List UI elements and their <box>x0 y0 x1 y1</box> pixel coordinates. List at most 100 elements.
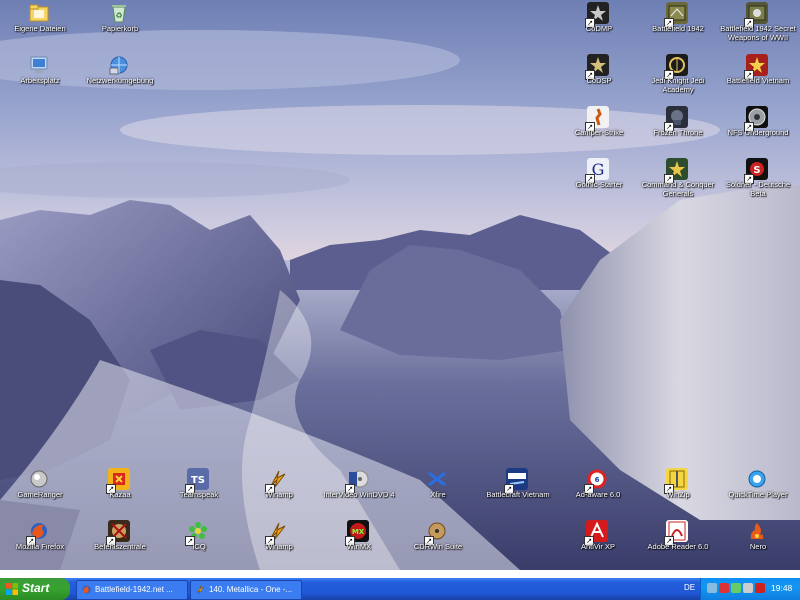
winamp-icon <box>195 584 206 595</box>
desktop-icon-label: Battlecraft Vietnam <box>486 490 550 499</box>
desktop-icon-codsp[interactable]: ↗ CoDSP <box>561 52 637 104</box>
desktop-icon-label: Netzwerkumgebung <box>86 76 154 85</box>
recycle-bin-icon: ♻ <box>108 2 130 24</box>
desktop-icon-adobe-reader[interactable]: ↗ Adobe Reader 6.0 <box>640 518 716 570</box>
windows-logo-icon <box>6 583 18 595</box>
desktop-icon-antivir[interactable]: ↗ AntiVir XP <box>560 518 636 570</box>
desktop-icon-windvd[interactable]: ↗ InterVideo WinDVD 4 <box>321 466 397 518</box>
desktop-icon-jedi-academy[interactable]: ↗ Jedi Knight Jedi Academy <box>640 52 716 104</box>
desktop-icon-camper-strike[interactable]: ↗ Camper-Strike <box>561 104 637 156</box>
desktop-icon-quicktime[interactable]: QuickTime Player <box>720 466 796 518</box>
desktop-icon-nero[interactable]: Nero <box>720 518 796 570</box>
desktop-icon-label: Winamp <box>265 542 293 551</box>
desktop-icon-winamp-2[interactable]: ↗ Winamp <box>241 518 317 570</box>
quicktime-icon <box>746 468 768 490</box>
desktop-icon-befehlszentrale[interactable]: ↗ Befehlszentrale <box>82 518 158 570</box>
desktop-icon-xfire[interactable]: Xfire <box>400 466 476 518</box>
desktop-icon-winamp[interactable]: ↗ Winamp <box>241 466 317 518</box>
network-tray-icon[interactable] <box>707 583 717 593</box>
desktop-icon-label: Ad-aware 6.0 <box>575 490 621 499</box>
taskbar-button-firefox[interactable]: Battlefield-1942.net ... <box>76 580 188 600</box>
xfire-icon <box>426 468 448 490</box>
desktop-icon-label: Gothic-Starter <box>575 180 623 189</box>
desktop-icon-gothic-starter[interactable]: G ↗ Gothic-Starter <box>561 156 637 208</box>
desktop-icon-gameranger[interactable]: GameRanger <box>2 466 78 518</box>
antivirus-tray-icon[interactable] <box>719 583 729 593</box>
desktop-icon-frozen-throne[interactable]: ↗ Frozen Throne <box>640 104 716 156</box>
speaker-tray-icon[interactable] <box>743 583 753 593</box>
messenger-tray-icon[interactable] <box>731 583 741 593</box>
desktop-icon-label: Arbeitsplatz <box>20 76 60 85</box>
desktop-icon-cdrwin[interactable]: ↗ CDRWin Suite <box>400 518 476 570</box>
language-indicator[interactable]: DE <box>684 583 695 592</box>
desktop-icon-battlecraft-vietnam[interactable]: ↗ Battlecraft Vietnam <box>480 466 556 518</box>
desktop-icon-label: WinMX <box>346 542 372 551</box>
svg-text:♻: ♻ <box>115 11 122 20</box>
desktop-icon-battlefield-secret-weapons[interactable]: ↗ Battlefield 1942 Secret Weapons of WWI… <box>720 0 796 52</box>
taskbar-button-winamp[interactable]: 140. Metallica - One -... <box>190 580 302 600</box>
desktop-icon-network-places[interactable]: Netzwerkumgebung <box>82 52 158 104</box>
desktop-icon-label: WinZip <box>666 490 690 499</box>
desktop-icon-label: CoDMP <box>585 24 613 33</box>
desktop-icon-label: InterVideo WinDVD 4 <box>323 490 395 499</box>
desktop-icon-label: CoDSP <box>586 76 612 85</box>
desktop-icon-winmx[interactable]: MX ↗ WinMX <box>321 518 397 570</box>
desktop-icon-label: Mozilla Firefox <box>15 542 65 551</box>
nero-icon <box>746 520 768 542</box>
desktop-icon-my-documents[interactable]: Eigene Dateien <box>2 0 78 52</box>
desktop: Eigene Dateien ♻ Papierkorb Arbeitsplatz… <box>0 0 800 570</box>
desktop-icon-label: NFS Underground <box>727 128 789 137</box>
desktop-icon-cnc-generals[interactable]: ↗ Command & Conquer Generals <box>640 156 716 208</box>
desktop-icon-label: Battlefield Vietnam <box>726 76 790 85</box>
desktop-icon-recycle-bin[interactable]: ♻ Papierkorb <box>82 0 158 52</box>
desktop-icon-label: Winamp <box>265 490 293 499</box>
desktop-icon-ad-aware[interactable]: 6 ↗ Ad-aware 6.0 <box>560 466 636 518</box>
desktop-icon-label: CDRWin Suite <box>413 542 463 551</box>
start-button-label: Start <box>22 581 50 595</box>
desktop-icon-label: Battlefield 1942 <box>652 24 704 33</box>
clock[interactable]: 19:48 <box>771 583 792 593</box>
desktop-icon-battlefield-vietnam[interactable]: ↗ Battlefield Vietnam <box>720 52 796 104</box>
gameranger-icon <box>28 468 50 490</box>
taskbar-button-label: 140. Metallica - One -... <box>209 585 293 594</box>
desktop-icon-label: Camper-Strike <box>574 128 624 137</box>
my-computer-icon <box>28 54 50 76</box>
desktop-icon-icq[interactable]: ↗ ICQ <box>161 518 237 570</box>
desktop-icon-label: QuickTime Player <box>728 490 788 499</box>
desktop-icon-battlefield-1942[interactable]: ↗ Battlefield 1942 <box>640 0 716 52</box>
desktop-icon-label: Kazaa <box>109 490 131 499</box>
desktop-icon-codmp[interactable]: ↗ CoDMP <box>561 0 637 52</box>
taskbar-button-label: Battlefield-1942.net ... <box>95 585 173 594</box>
desktop-icon-winzip[interactable]: ↗ WinZip <box>640 466 716 518</box>
desktop-icon-label: Command & Conquer Generals <box>641 180 715 198</box>
desktop-icon-nfs-underground[interactable]: ↗ NFS Underground <box>720 104 796 156</box>
firefox-icon <box>81 584 92 595</box>
taskbar: Start Battlefield-1942.net ... 140. Meta… <box>0 578 800 600</box>
desktop-icon-soldner[interactable]: S ↗ Soldner - Deutsche Beta <box>720 156 796 208</box>
desktop-icon-label: AntiVir XP <box>580 542 616 551</box>
desktop-icon-label: Papierkorb <box>101 24 139 33</box>
desktop-icon-label: Jedi Knight Jedi Academy <box>651 76 705 94</box>
desktop-icon-label: Frozen Throne <box>653 128 703 137</box>
desktop-icon-teamspeak[interactable]: TS ↗ Teamspeak <box>161 466 237 518</box>
desktop-icon-label: ICQ <box>192 542 206 551</box>
desktop-icon-label: Battlefield 1942 Secret Weapons of WWII <box>720 24 796 42</box>
desktop-icon-label: Soldner - Deutsche Beta <box>725 180 791 198</box>
desktop-icon-label: Eigene Dateien <box>14 24 66 33</box>
svg-text:6: 6 <box>595 476 600 484</box>
desktop-icon-label: Befehlszentrale <box>94 542 146 551</box>
my-documents-icon <box>28 2 50 24</box>
desktop-icon-label: Xfire <box>430 490 446 499</box>
desktop-icon-my-computer[interactable]: Arbeitsplatz <box>2 52 78 104</box>
desktop-icon-label: GameRanger <box>17 490 63 499</box>
network-places-icon <box>108 54 130 76</box>
desktop-icon-label: Adobe Reader 6.0 <box>647 542 709 551</box>
svg-text:MX: MX <box>352 528 365 536</box>
start-button[interactable]: Start <box>0 578 70 600</box>
desktop-icon-firefox[interactable]: ↗ Mozilla Firefox <box>2 518 78 570</box>
desktop-icon-label: Teamspeak <box>179 490 219 499</box>
antivir-tray-icon[interactable] <box>755 583 765 593</box>
desktop-icon-kazaa[interactable]: ↗ Kazaa <box>82 466 158 518</box>
desktop-icon-label: Nero <box>749 542 767 551</box>
svg-text:S: S <box>753 165 760 176</box>
